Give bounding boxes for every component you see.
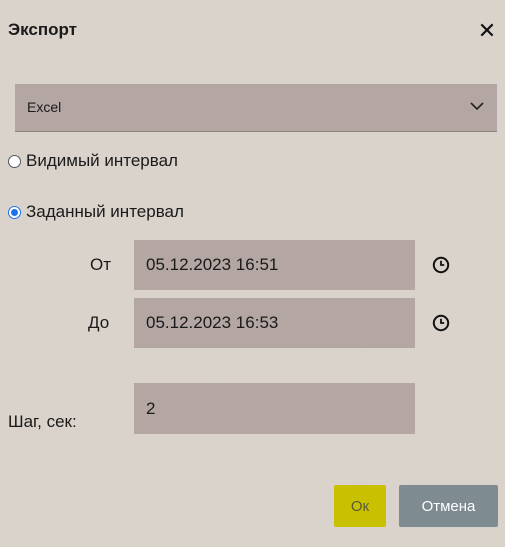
cancel-button-label: Отмена xyxy=(421,497,476,515)
cancel-button[interactable]: Отмена xyxy=(399,485,498,527)
radio-custom-interval[interactable]: Заданный интервал xyxy=(8,201,184,223)
radio-label: Заданный интервал xyxy=(26,202,184,221)
ok-button-label: Ок xyxy=(350,497,370,515)
to-datetime-value: 05.12.2023 16:53 xyxy=(146,313,279,332)
close-button[interactable]: ✕ xyxy=(476,20,498,42)
step-input[interactable]: 2 xyxy=(134,383,415,434)
clock-icon[interactable] xyxy=(432,314,450,332)
format-select[interactable]: Excel xyxy=(15,84,497,132)
step-value: 2 xyxy=(146,399,156,418)
chevron-down-icon xyxy=(470,102,484,111)
close-icon: ✕ xyxy=(477,18,497,43)
to-datetime-input[interactable]: 05.12.2023 16:53 xyxy=(134,298,415,348)
step-label: Шаг, сек: xyxy=(8,412,77,431)
from-datetime-input[interactable]: 05.12.2023 16:51 xyxy=(134,240,415,290)
radio-label: Видимый интервал xyxy=(26,151,178,170)
from-label: От xyxy=(90,255,112,274)
format-select-value: Excel xyxy=(27,99,62,115)
radio-button[interactable] xyxy=(8,154,21,168)
from-datetime-value: 05.12.2023 16:51 xyxy=(146,255,279,274)
to-label: До xyxy=(88,313,110,332)
ok-button[interactable]: Ок xyxy=(334,485,386,527)
radio-visible-interval[interactable]: Видимый интервал xyxy=(8,150,178,172)
export-dialog: Экспорт ✕ Excel Видимый интервал Заданны… xyxy=(0,0,505,541)
radio-button[interactable] xyxy=(8,205,21,219)
clock-icon[interactable] xyxy=(432,256,450,274)
dialog-title: Экспорт xyxy=(8,20,77,39)
